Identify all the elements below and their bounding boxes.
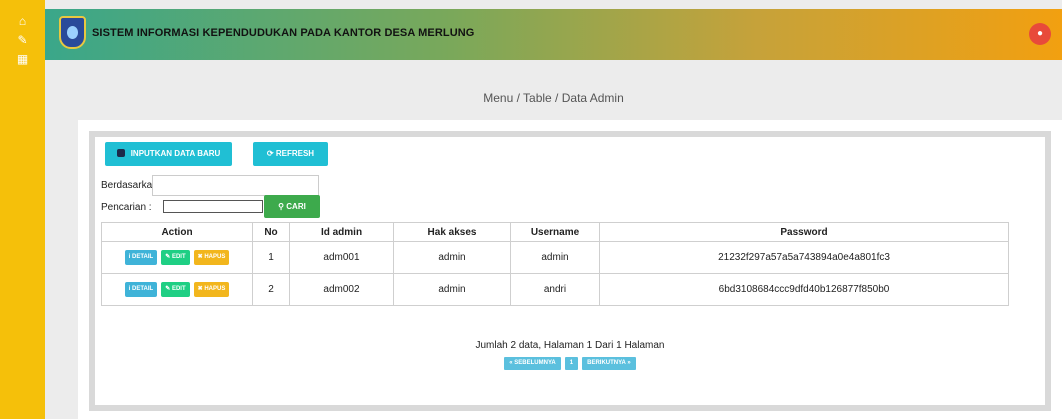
cell-username: admin [510, 241, 600, 274]
add-new-button[interactable]: INPUTKAN DATA BARU [105, 142, 232, 166]
cell-no: 2 [252, 273, 290, 306]
search-input[interactable] [163, 200, 263, 213]
cell-password: 21232f297a57a5a743894a0e4a801fc3 [599, 241, 1009, 274]
col-password: Password [599, 222, 1009, 242]
app-title: SISTEM INFORMASI KEPENDUDUKAN PADA KANTO… [92, 27, 475, 39]
content-panel: INPUTKAN DATA BARU ⟳ REFRESH Berdasarkan… [89, 131, 1051, 411]
table-header-row: Action No Id admin Hak akses Username Pa… [101, 222, 1009, 242]
action-cell: i DETAIL ✎ EDIT ✖ HAPUS [101, 241, 253, 274]
refresh-button[interactable]: ⟳ REFRESH [253, 142, 328, 166]
edit-button[interactable]: ✎ EDIT [161, 250, 190, 265]
detail-button[interactable]: i DETAIL [124, 250, 158, 265]
col-no: No [252, 222, 290, 242]
col-hak-akses: Hak akses [393, 222, 511, 242]
edit-icon[interactable]: ✎ [0, 33, 45, 47]
pencarian-label-text: Pencarian [101, 202, 147, 213]
top-header: SISTEM INFORMASI KEPENDUDUKAN PADA KANTO… [45, 9, 1062, 60]
next-page-button[interactable]: BERIKUTNYA » [582, 357, 636, 370]
berdasarkan-select[interactable] [152, 175, 319, 196]
plus-icon [116, 149, 125, 157]
add-new-label: INPUTKAN DATA BARU [130, 149, 221, 158]
pagination: « SEBELUMNYA 1 BERIKUTNYA » [95, 351, 1045, 370]
edit-button[interactable]: ✎ EDIT [161, 282, 190, 297]
cell-password: 6bd3108684ccc9dfd40b126877f850b0 [599, 273, 1009, 306]
prev-page-button[interactable]: « SEBELUMNYA [504, 357, 561, 370]
sidebar: ⌂ ✎ ▦ [0, 0, 45, 419]
user-icon[interactable]: ● [1029, 23, 1051, 45]
refresh-icon: ⟳ [266, 149, 276, 158]
cell-no: 1 [252, 241, 290, 274]
pagination-summary: Jumlah 2 data, Halaman 1 Dari 1 Halaman [475, 340, 665, 351]
breadcrumb: Menu / Table / Data Admin [483, 91, 624, 105]
page-1-button[interactable]: 1 [564, 357, 579, 370]
col-username: Username [510, 222, 600, 242]
cell-id-admin: adm001 [289, 241, 394, 274]
pencarian-label: Pencarian : [101, 202, 152, 213]
action-cell: i DETAIL ✎ EDIT ✖ HAPUS [101, 273, 253, 306]
table-row: i DETAIL ✎ EDIT ✖ HAPUS 2 adm002 admin and… [101, 273, 1009, 306]
cell-hak-akses: admin [393, 273, 511, 306]
refresh-label: REFRESH [275, 149, 315, 158]
cell-id-admin: adm002 [289, 273, 394, 306]
col-id-admin: Id admin [289, 222, 394, 242]
cell-username: andri [510, 273, 600, 306]
cell-hak-akses: admin [393, 241, 511, 274]
table-row: i DETAIL ✎ EDIT ✖ HAPUS 1 adm001 admin adm… [101, 241, 1009, 274]
search-button-label: CARI [286, 202, 306, 211]
admin-table: Action No Id admin Hak akses Username Pa… [101, 222, 1009, 306]
calendar-icon[interactable]: ▦ [0, 52, 45, 66]
content-card: INPUTKAN DATA BARU ⟳ REFRESH Berdasarkan… [78, 120, 1062, 419]
col-action: Action [101, 222, 253, 242]
delete-button[interactable]: ✖ HAPUS [193, 282, 230, 297]
logo [59, 16, 86, 49]
search-button[interactable]: ⚲ CARI [264, 195, 320, 218]
delete-button[interactable]: ✖ HAPUS [193, 250, 230, 265]
detail-button[interactable]: i DETAIL [124, 282, 158, 297]
home-icon[interactable]: ⌂ [0, 14, 45, 28]
